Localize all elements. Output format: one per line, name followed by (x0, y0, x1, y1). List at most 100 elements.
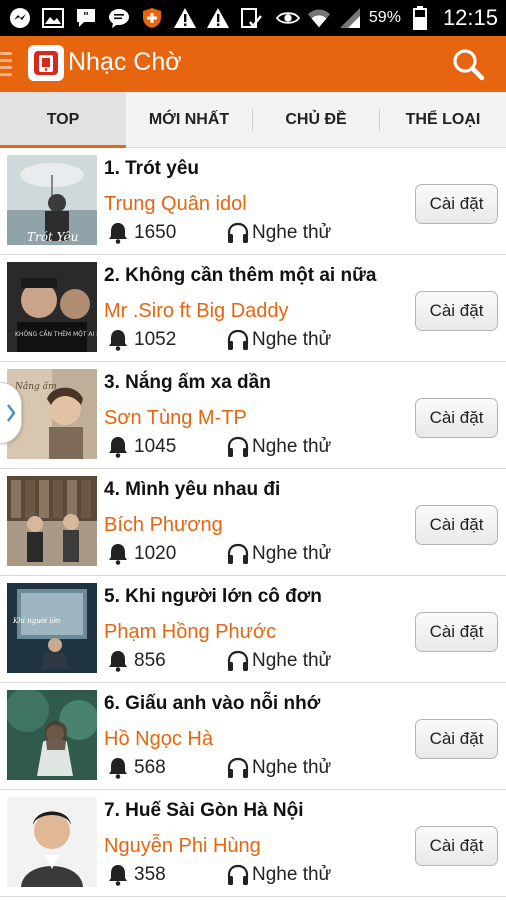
song-title: 6. Giấu anh vào nỗi nhớ (104, 693, 321, 714)
app-logo-icon (28, 45, 64, 81)
messenger-icon (8, 6, 32, 30)
listen-label[interactable]: Nghe thử (252, 222, 331, 244)
song-thumbnail: Trót Yêu (7, 155, 97, 245)
song-thumbnail (7, 690, 97, 780)
message-icon (107, 6, 131, 30)
eye-icon (275, 6, 300, 30)
ringtone-count: 1052 (134, 329, 177, 350)
warning-icon (206, 6, 230, 30)
wifi-icon (307, 6, 331, 30)
svg-text:Nắng ấm: Nắng ấm (14, 380, 57, 392)
bell-icon (109, 865, 127, 886)
song-artist: Trung Quân idol (104, 193, 247, 215)
song-artist: Mr .Siro ft Big Daddy (104, 300, 289, 322)
headphone-icon[interactable] (226, 221, 250, 245)
list-item[interactable]: 6. Giấu anh vào nỗi nhớ Hồ Ngọc Hà 568 N… (0, 683, 506, 790)
ringtone-count: 856 (134, 650, 166, 671)
list-item[interactable]: Trót Yêu 1. Trót yêu Trung Quân idol 165… (0, 148, 506, 255)
svg-text:KHÔNG CẦN THÊM MỘT AI NỮA: KHÔNG CẦN THÊM MỘT AI NỮA (15, 330, 97, 338)
install-button[interactable]: Cài đặt (415, 719, 498, 759)
song-meta: 568 Nghe thử (108, 756, 331, 780)
tab-bar: TOP MỚI NHẤT CHỦ ĐỀ THỂ LOẠI (0, 92, 506, 148)
chevron-right-icon (6, 404, 16, 422)
svg-text:Khi người lớn: Khi người lớn (12, 617, 61, 625)
page-title: Nhạc Chờ (68, 48, 182, 76)
song-artist: Bích Phương (104, 514, 223, 536)
song-title: 5. Khi người lớn cô đơn (104, 586, 322, 607)
song-meta: 1045 Nghe thử (108, 435, 331, 459)
song-meta: 1052 Nghe thử (108, 328, 331, 352)
install-button[interactable]: Cài đặt (415, 826, 498, 866)
install-button[interactable]: Cài đặt (415, 505, 498, 545)
headphone-icon[interactable] (226, 863, 250, 887)
list-item[interactable]: Khi người lớn 5. Khi người lớn cô đơn Ph… (0, 576, 506, 683)
bell-icon (109, 651, 127, 672)
gallery-icon (41, 6, 65, 30)
tab-newest[interactable]: MỚI NHẤT (126, 92, 252, 148)
task-check-icon (239, 6, 263, 30)
app-bar: Nhạc Chờ (0, 36, 506, 92)
bell-icon (109, 223, 127, 244)
listen-label[interactable]: Nghe thử (252, 543, 331, 565)
svg-text:Trót Yêu: Trót Yêu (27, 230, 78, 244)
battery-icon (408, 6, 432, 30)
song-meta: 1020 Nghe thử (108, 542, 331, 566)
install-button[interactable]: Cài đặt (415, 184, 498, 224)
ringtone-count: 1020 (134, 543, 177, 564)
song-title: 1. Trót yêu (104, 158, 200, 179)
bell-icon (109, 330, 127, 351)
list-item[interactable]: 7. Huế Sài Gòn Hà Nội Nguyễn Phi Hùng 35… (0, 790, 506, 897)
quote-chat-icon: " (74, 6, 98, 30)
headphone-icon[interactable] (226, 435, 250, 459)
tab-top[interactable]: TOP (0, 92, 126, 148)
list-item[interactable]: Nắng ấm 3. Nắng ấm xa dần Sơn Tùng M-TP … (0, 362, 506, 469)
bell-icon (109, 544, 127, 565)
install-button[interactable]: Cài đặt (415, 612, 498, 652)
headphone-icon[interactable] (226, 756, 250, 780)
tab-topics[interactable]: CHỦ ĐỀ (253, 92, 379, 148)
song-title: 4. Mình yêu nhau đi (104, 479, 281, 500)
tab-genres[interactable]: THỂ LOẠI (380, 92, 506, 148)
ringtone-count: 1650 (134, 222, 177, 243)
clock: 12:15 (442, 5, 498, 30)
song-thumbnail: KHÔNG CẦN THÊM MỘT AI NỮA (7, 262, 97, 352)
listen-label[interactable]: Nghe thử (252, 864, 331, 886)
menu-handle-icon[interactable] (0, 52, 12, 76)
battery-percent: 59% (368, 9, 401, 26)
song-list: Trót Yêu 1. Trót yêu Trung Quân idol 165… (0, 148, 506, 897)
headphone-icon[interactable] (226, 328, 250, 352)
song-thumbnail (7, 797, 97, 887)
list-item[interactable]: KHÔNG CẦN THÊM MỘT AI NỮA 2. Không cần t… (0, 255, 506, 362)
install-button[interactable]: Cài đặt (415, 398, 498, 438)
bell-icon (109, 437, 127, 458)
ringtone-count: 1045 (134, 436, 177, 457)
song-thumbnail: Khi người lớn (7, 583, 97, 673)
song-artist: Sơn Tùng M-TP (104, 407, 247, 429)
song-meta: 856 Nghe thử (108, 649, 331, 673)
song-artist: Nguyễn Phi Hùng (104, 835, 261, 857)
song-artist: Phạm Hồng Phước (104, 621, 277, 643)
list-item[interactable]: 4. Mình yêu nhau đi Bích Phương 1020 Ngh… (0, 469, 506, 576)
song-title: 3. Nắng ấm xa dần (104, 372, 271, 393)
ringtone-count: 358 (134, 864, 166, 885)
install-button[interactable]: Cài đặt (415, 291, 498, 331)
song-meta: 358 Nghe thử (108, 863, 331, 887)
song-thumbnail (7, 476, 97, 566)
status-bar: " 59% 12:15 (0, 0, 506, 36)
song-title: 2. Không cần thêm một ai nữa (104, 265, 377, 286)
ringtone-count: 568 (134, 757, 166, 778)
headphone-icon[interactable] (226, 649, 250, 673)
warning-icon (173, 6, 197, 30)
listen-label[interactable]: Nghe thử (252, 329, 331, 351)
svg-text:": " (83, 10, 89, 23)
listen-label[interactable]: Nghe thử (252, 757, 331, 779)
listen-label[interactable]: Nghe thử (252, 650, 331, 672)
song-artist: Hồ Ngọc Hà (104, 728, 213, 750)
bell-icon (109, 758, 127, 779)
song-title: 7. Huế Sài Gòn Hà Nội (104, 800, 304, 821)
search-icon[interactable] (448, 44, 488, 84)
headphone-icon[interactable] (226, 542, 250, 566)
signal-icon (338, 6, 362, 30)
listen-label[interactable]: Nghe thử (252, 436, 331, 458)
shield-plus-icon (140, 6, 164, 30)
